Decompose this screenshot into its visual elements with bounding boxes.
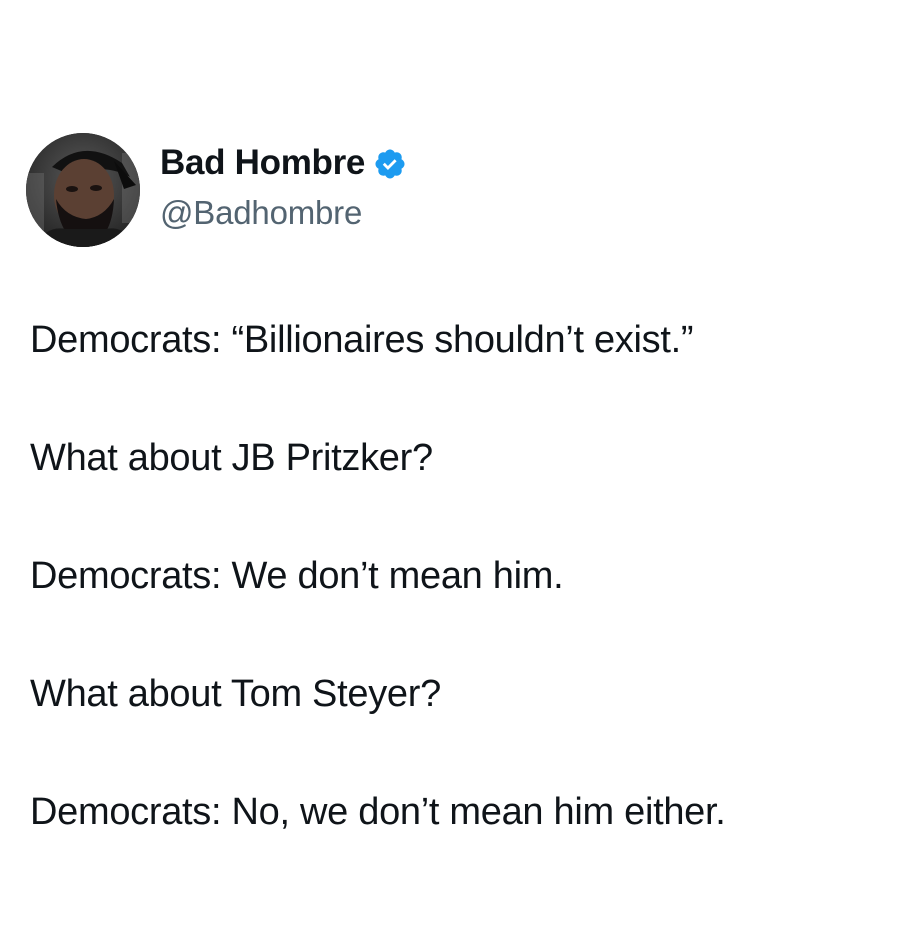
tweet-card: Bad Hombre @Badhombre Democrats: “Billio… [0,0,918,938]
verified-badge-icon[interactable] [373,147,407,181]
name-row: Bad Hombre [160,143,407,183]
avatar[interactable] [26,133,140,247]
display-name[interactable]: Bad Hombre [160,143,365,183]
tweet-text-line: What about JB Pritzker? [30,437,433,479]
tweet-text-line: Democrats: “Billionaires shouldn’t exist… [30,319,694,361]
tweet-text-line: Democrats: We don’t mean him. [30,555,564,597]
tweet-text: Democrats: “Billionaires shouldn’t exist… [30,316,900,906]
avatar-photo-icon [26,133,140,247]
tweet-text-line: What about Tom Steyer? [30,673,441,715]
tweet-header: Bad Hombre @Badhombre [26,130,407,250]
tweet-text-line: Democrats: No, we don’t mean him either. [30,791,726,833]
author-identity: Bad Hombre @Badhombre [160,143,407,233]
user-handle[interactable]: @Badhombre [160,193,407,233]
